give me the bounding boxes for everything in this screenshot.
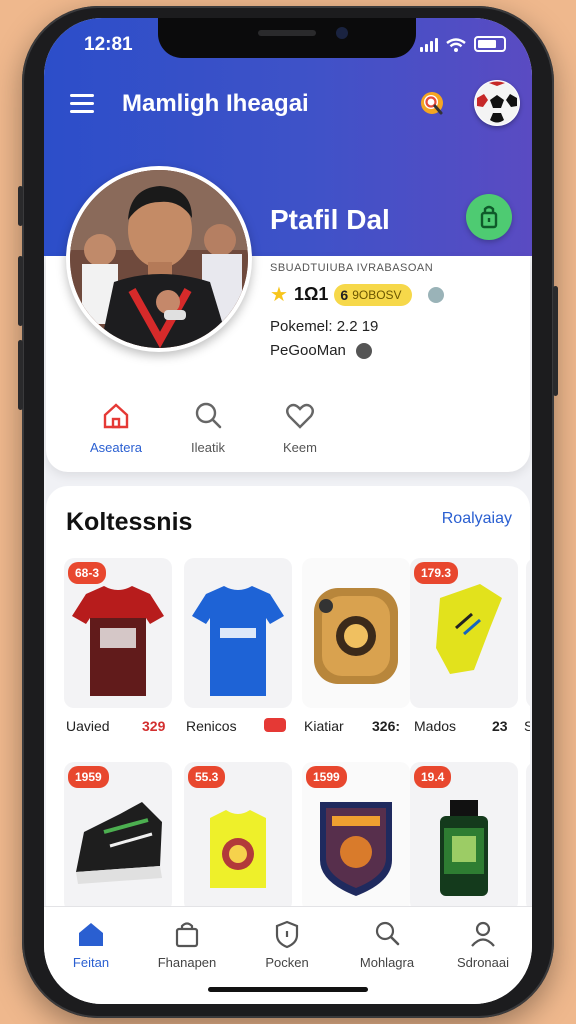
- item-name: S: [524, 718, 530, 734]
- nav-sdronaai[interactable]: Sdronaai: [440, 919, 526, 970]
- level-text: 9OBOSV: [352, 287, 402, 302]
- nav-label: Sdronaai: [456, 955, 510, 970]
- tab-ileatik[interactable]: Ileatik: [162, 400, 254, 455]
- home-icon: [79, 923, 103, 946]
- jersey-image: [192, 586, 284, 696]
- app-screen: 12:81 Mamligh Iheagai Ptafil Dal SBUADTU…: [44, 18, 532, 1004]
- shield-icon: [275, 920, 299, 949]
- collection-item-partial[interactable]: 6: [526, 558, 530, 708]
- search-icon: [375, 921, 400, 946]
- app-title: Mamligh Iheagai: [122, 90, 309, 117]
- tab-label: Aseatera: [89, 440, 143, 455]
- item-name: Kiatiar: [304, 718, 344, 734]
- status-time: 12:81: [84, 34, 133, 55]
- signal-icon: [420, 38, 438, 52]
- item-name: Mados: [414, 718, 457, 734]
- item-name: Uavied: [66, 718, 110, 734]
- profile-info-line1: Pokemel: 2.2 19: [270, 318, 379, 335]
- search-icon[interactable]: [416, 88, 450, 122]
- nav-label: Pocken: [265, 955, 309, 970]
- see-all-link[interactable]: Roalyaiay: [442, 510, 512, 528]
- collection-section: Koltessnis Roalyaiay 68-3 Uavied 329 Ren…: [46, 486, 530, 926]
- profile-name: Ptafil Dal: [270, 204, 390, 235]
- power-button: [553, 286, 558, 396]
- profile-tabs: Aseatera Ileatik Keem: [70, 400, 346, 455]
- lock-icon: [480, 205, 498, 229]
- profile-info-line2: PeGooMan: [270, 342, 372, 359]
- user-icon: [471, 921, 495, 947]
- profile-stats: ★ 1Ω1 6 9OBOSV: [270, 282, 444, 307]
- heart-icon: [286, 403, 314, 429]
- nav-feitan[interactable]: Feitan: [48, 919, 134, 970]
- nav-label: Mohlagra: [359, 955, 415, 970]
- collection-item-badge[interactable]: [302, 558, 410, 708]
- price-badge: 1599: [306, 766, 347, 788]
- front-camera: [336, 27, 348, 39]
- collection-item-boot-yellow[interactable]: 179.3: [410, 558, 518, 708]
- tab-label: Ileatik: [191, 440, 225, 455]
- rating-value: 1Ω1: [293, 284, 329, 304]
- nav-label: Fhanapen: [157, 955, 217, 970]
- globe-icon: [427, 286, 444, 303]
- home-indicator: [208, 987, 368, 992]
- bag-icon: [175, 922, 199, 948]
- item-name: Renicos: [186, 718, 237, 734]
- search-icon: [195, 402, 222, 429]
- youtube-icon: [264, 718, 286, 732]
- emblem-image: [314, 588, 398, 684]
- star-icon: ★: [270, 284, 288, 306]
- nav-label: Feitan: [72, 955, 110, 970]
- avatar: [66, 166, 252, 352]
- collection-item-partial-2[interactable]: [526, 762, 530, 912]
- collection-item-jersey-red[interactable]: 68-3: [64, 558, 172, 708]
- price-badge: 1959: [68, 766, 109, 788]
- price-badge: 55.3: [188, 766, 226, 788]
- settings-icon[interactable]: [355, 342, 372, 359]
- price-badge: 19.4: [414, 766, 452, 788]
- menu-icon[interactable]: [70, 94, 94, 113]
- collection-item-bottle[interactable]: 19.4: [410, 762, 518, 912]
- nav-mohlagra[interactable]: Mohlagra: [344, 919, 430, 970]
- tab-aseatera[interactable]: Aseatera: [70, 400, 162, 455]
- item-price: 23: [492, 718, 508, 734]
- home-icon: [103, 403, 129, 429]
- collection-item-crest[interactable]: 1599: [302, 762, 410, 912]
- price-badge: 179.3: [414, 562, 459, 584]
- bottom-nav: Feitan Fhanapen Pocken Mohlagra Sdronaai: [44, 906, 532, 1004]
- item-price: 326:: [372, 718, 401, 734]
- level-number: 6: [340, 286, 349, 303]
- tab-keem[interactable]: Keem: [254, 400, 346, 455]
- nav-fhanapen[interactable]: Fhanapen: [144, 919, 230, 970]
- notch: [158, 18, 416, 58]
- collection-item-shoe[interactable]: 1959: [64, 762, 172, 912]
- section-title: Koltessnis: [66, 508, 193, 536]
- status-icons: [420, 36, 506, 52]
- wifi-icon: [446, 38, 466, 52]
- battery-icon: [474, 36, 506, 52]
- nav-pocken[interactable]: Pocken: [244, 919, 330, 970]
- tab-label: Keem: [283, 440, 317, 455]
- profile-info-line2-text: PeGooMan: [270, 342, 346, 359]
- price-badge: 68-3: [68, 562, 107, 584]
- profile-subtitle: SBUADTUIUBA IVRABASOAN: [270, 262, 434, 274]
- collection-item-jersey-blue[interactable]: [184, 558, 292, 708]
- lock-action-button[interactable]: [466, 194, 512, 240]
- collection-item-jersey-yellow[interactable]: 55.3: [184, 762, 292, 912]
- speaker: [258, 30, 316, 36]
- level-badge: 6 9OBOSV: [334, 283, 412, 306]
- item-price: 329: [142, 718, 166, 734]
- volume-up-button: [18, 256, 23, 326]
- volume-down-button: [18, 340, 23, 410]
- soccer-ball-icon[interactable]: [474, 80, 520, 126]
- mute-switch: [18, 186, 23, 226]
